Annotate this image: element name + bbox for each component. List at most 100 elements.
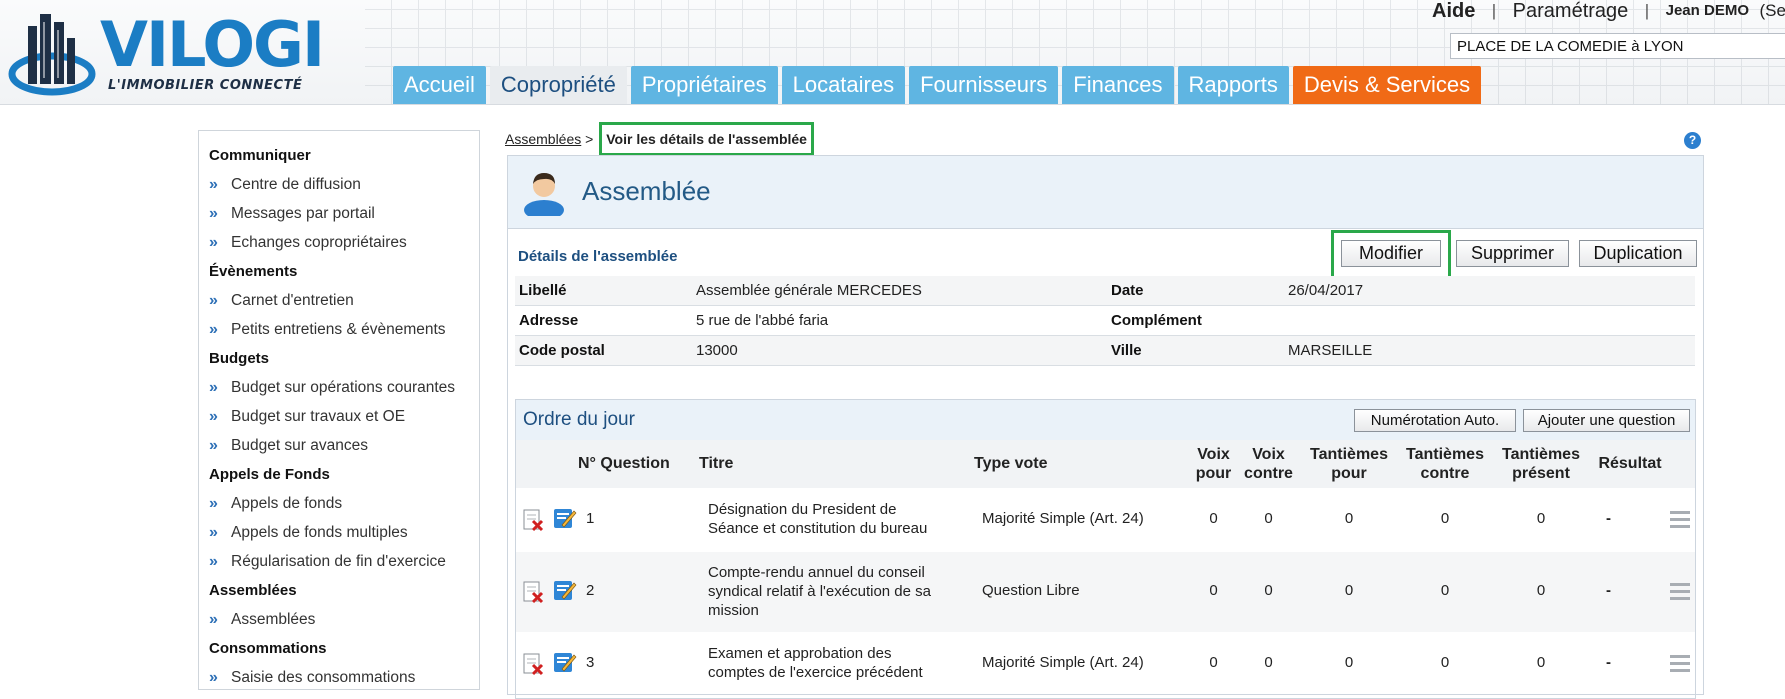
vote-result: - (1606, 582, 1611, 599)
auto-number-button[interactable]: Numérotation Auto. (1354, 409, 1516, 432)
sidebar-item-budget-avances[interactable]: » Budget sur avances (199, 431, 479, 460)
question-title: Désignation du President de Séance et con… (708, 500, 927, 538)
sidebar-item-echanges[interactable]: » Echanges copropriétaires (199, 228, 479, 257)
delete-question-icon[interactable] (522, 508, 544, 532)
col-shares-for[interactable]: Tantièmes pour (1304, 445, 1394, 483)
table-row[interactable]: 1 Désignation du President de Séance et c… (516, 488, 1695, 552)
delete-question-icon[interactable] (522, 580, 544, 604)
user-suffix[interactable]: (Se (1759, 0, 1785, 22)
sidebar-item-appels-fonds[interactable]: » Appels de fonds (199, 489, 479, 518)
sidebar-item-label: Centre de diffusion (231, 176, 361, 193)
votes-against: 0 (1264, 582, 1273, 599)
sidebar-item-centre-diffusion[interactable]: » Centre de diffusion (199, 170, 479, 199)
chevron-right-icon: » (209, 205, 218, 222)
duplicate-button[interactable]: Duplication (1579, 240, 1697, 267)
tab-accueil[interactable]: Accueil (393, 66, 486, 104)
drag-handle-icon[interactable] (1670, 511, 1690, 529)
agenda-panel: Ordre du jour Numérotation Auto. Ajouter… (515, 399, 1696, 699)
sidebar: Communiquer » Centre de diffusion » Messag… (198, 130, 480, 690)
chevron-right-icon: » (209, 524, 218, 541)
sidebar-item-label: Budget sur travaux et OE (231, 408, 406, 425)
sidebar-item-label: Appels de fonds multiples (231, 524, 408, 541)
question-title-line: Compte-rendu annuel du conseil (708, 564, 925, 581)
sidebar-item-label: Régularisation de fin d'exercice (231, 553, 446, 570)
logo-tagline: L'IMMOBILIER CONNECTÉ (108, 78, 303, 93)
edit-question-icon[interactable] (553, 650, 577, 674)
col-votes-for[interactable]: Voix pour (1186, 445, 1241, 483)
shares-for: 0 (1344, 582, 1354, 599)
sidebar-item-assemblees[interactable]: » Assemblées (199, 605, 479, 634)
breadcrumb: Assemblées > Voir les détails de l'assem… (505, 122, 814, 156)
tab-fournisseurs[interactable]: Fournisseurs (909, 66, 1059, 104)
settings-link[interactable]: Paramétrage (1513, 0, 1629, 23)
sidebar-item-label: Budget sur opérations courantes (231, 379, 456, 396)
building-logo-icon (8, 14, 96, 96)
sidebar-item-messages-portail[interactable]: » Messages par portail (199, 199, 479, 228)
sidebar-item-budget-courantes[interactable]: » Budget sur opérations courantes (199, 373, 479, 402)
delete-button[interactable]: Supprimer (1456, 240, 1569, 267)
col-vote-type[interactable]: Type vote (974, 454, 1048, 473)
col-shares-present[interactable]: Tantièmes présent (1496, 445, 1586, 483)
votes-for: 0 (1209, 510, 1218, 527)
col-title[interactable]: Titre (699, 454, 733, 473)
tab-devis-services[interactable]: Devis & Services (1292, 66, 1482, 104)
edit-question-icon[interactable] (553, 578, 577, 602)
detail-label: Code postal (515, 335, 692, 366)
table-row: Libellé Assemblée générale MERCEDES Date… (515, 276, 1695, 306)
sidebar-item-label: Echanges copropriétaires (231, 234, 407, 251)
chevron-right-icon: » (209, 292, 218, 309)
top-links: Aide | Paramétrage | Jean DEMO (Se (1432, 0, 1785, 22)
question-title: Examen et approbation des comptes de l'ex… (708, 644, 923, 682)
sidebar-section-evenements: Évènements (209, 263, 298, 280)
agenda-column-headers: N° Question Titre Type vote Voix pour Voi… (516, 440, 1695, 488)
tab-locataires[interactable]: Locataires (781, 66, 906, 104)
breadcrumb-current: Voir les détails de l'assemblée (599, 122, 814, 156)
sidebar-item-petits-entretiens[interactable]: » Petits entretiens & évènements (199, 315, 479, 344)
sidebar-item-carnet-entretien[interactable]: » Carnet d'entretien (199, 286, 479, 315)
col-num[interactable]: N° Question (578, 454, 698, 473)
logo-wordmark: VILOGI (100, 8, 325, 81)
assembly-panel: Assemblée Détails de l'assemblée Modifie… (507, 155, 1704, 699)
sidebar-item-regularisation[interactable]: » Régularisation de fin d'exercice (199, 547, 479, 576)
property-select[interactable]: PLACE DE LA COMEDIE à LYON (1450, 33, 1785, 59)
delete-question-icon[interactable] (522, 652, 544, 676)
main-nav: Accueil Copropriété Propriétaires Locata… (393, 66, 1485, 104)
table-row: Code postal 13000 Ville MARSEILLE (515, 335, 1695, 366)
col-votes-against[interactable]: Voix contre (1241, 445, 1296, 483)
tab-finances[interactable]: Finances (1062, 66, 1174, 104)
shares-present: 0 (1536, 654, 1546, 671)
col-shares-against[interactable]: Tantièmes contre (1400, 445, 1490, 483)
chevron-right-icon: » (209, 437, 218, 454)
question-title: Compte-rendu annuel du conseil syndical r… (708, 563, 931, 620)
help-icon[interactable]: ? (1684, 132, 1701, 149)
table-row[interactable]: 2 Compte-rendu annuel du conseil syndical… (516, 552, 1695, 632)
tab-proprietaires[interactable]: Propriétaires (630, 66, 778, 104)
vote-result: - (1606, 654, 1611, 671)
assembly-details-table: Libellé Assemblée générale MERCEDES Date… (515, 276, 1695, 366)
shares-for: 0 (1344, 510, 1354, 527)
table-row[interactable]: 3 Examen et approbation des comptes de l'… (516, 632, 1695, 696)
tab-copropriete[interactable]: Copropriété (489, 66, 627, 104)
sidebar-item-appels-fonds-multiples[interactable]: » Appels de fonds multiples (199, 518, 479, 547)
col-result[interactable]: Résultat (1594, 454, 1666, 473)
detail-value: 26/04/2017 (1284, 276, 1695, 306)
sidebar-item-budget-travaux[interactable]: » Budget sur travaux et OE (199, 402, 479, 431)
edit-question-icon[interactable] (553, 506, 577, 530)
chevron-right-icon: » (209, 611, 218, 628)
votes-for: 0 (1209, 654, 1218, 671)
user-name[interactable]: Jean DEMO (1666, 0, 1749, 22)
breadcrumb-separator: > (585, 131, 594, 147)
add-question-button[interactable]: Ajouter une question (1523, 409, 1690, 432)
table-row: Adresse 5 rue de l'abbé faria Complément (515, 305, 1695, 336)
help-link[interactable]: Aide (1432, 0, 1475, 23)
edit-button[interactable]: Modifier (1341, 240, 1441, 267)
drag-handle-icon[interactable] (1670, 655, 1690, 673)
drag-handle-icon[interactable] (1670, 583, 1690, 601)
col-label: pour (1331, 465, 1367, 482)
chevron-right-icon: » (209, 408, 218, 425)
breadcrumb-assemblees-link[interactable]: Assemblées (505, 131, 581, 147)
shares-present: 0 (1536, 510, 1546, 527)
sidebar-item-saisie-consommations[interactable]: » Saisie des consommations (199, 663, 479, 692)
tab-rapports[interactable]: Rapports (1177, 66, 1289, 104)
vilogi-logo[interactable]: VILOGI L'IMMOBILIER CONNECTÉ (8, 8, 328, 104)
